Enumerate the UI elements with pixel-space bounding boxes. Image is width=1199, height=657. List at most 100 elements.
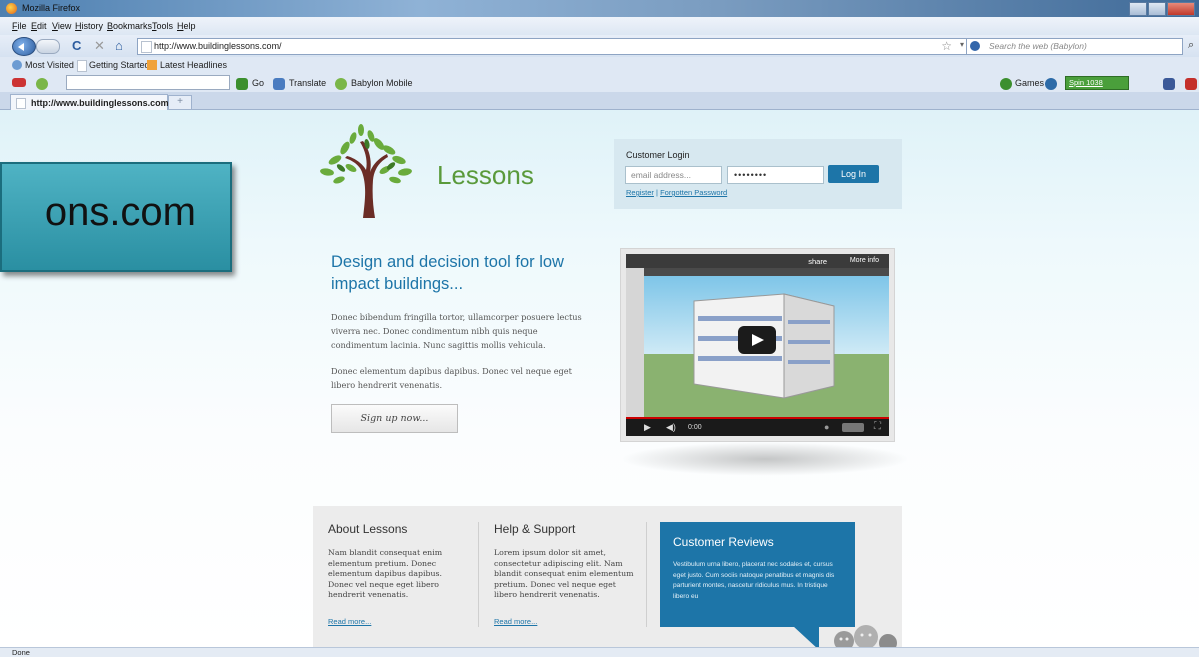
menu-tools[interactable]: Tools xyxy=(152,21,173,31)
babylon-logo-icon[interactable] xyxy=(36,78,48,90)
password-field[interactable]: •••••••• xyxy=(727,166,824,184)
about-text: Nam blandit consequat enim elementum pre… xyxy=(328,548,443,599)
video-controls: ▶ ◀) 0:00 ● ⛶ xyxy=(626,419,889,436)
video-frame: share More info ▶ ◀) 0:00 ● ⛶ xyxy=(626,254,889,436)
chevron-down-icon[interactable]: ▾ xyxy=(960,40,964,49)
url-overlay-banner: ons.com xyxy=(0,162,232,272)
search-go-icon[interactable]: ⌕ xyxy=(1188,39,1194,52)
minimize-button[interactable] xyxy=(1129,2,1147,16)
volume-icon[interactable]: ◀) xyxy=(666,422,676,433)
maximize-button[interactable] xyxy=(1148,2,1166,16)
firefox-icon xyxy=(6,3,17,14)
about-title: About Lessons xyxy=(328,522,408,536)
spin-label: Spin 1038 xyxy=(1069,78,1103,87)
back-button[interactable] xyxy=(12,37,36,56)
people-icon xyxy=(834,625,897,647)
login-title: Customer Login xyxy=(626,150,690,160)
translate-icon[interactable] xyxy=(273,78,285,90)
most-visited-icon xyxy=(12,60,22,70)
page-headline: Design and decision tool for low impact … xyxy=(331,253,564,293)
menu-view[interactable]: View xyxy=(52,21,71,31)
page-icon xyxy=(16,98,26,109)
intro-paragraph-2: Donec elementum dapibus dapibus. Donec v… xyxy=(331,366,572,390)
info-icon[interactable]: ● xyxy=(824,422,829,432)
bookmark-most-visited[interactable]: Most Visited xyxy=(25,60,74,70)
menu-help[interactable]: Help xyxy=(177,21,196,31)
menu-history[interactable]: History xyxy=(75,21,103,31)
globe-icon[interactable] xyxy=(1045,78,1057,90)
babylon-icon xyxy=(970,41,980,51)
sign-up-button[interactable]: Sign up now... xyxy=(331,404,458,433)
help-text: Lorem ipsum dolor sit amet, consectetur … xyxy=(494,548,634,599)
login-button[interactable]: Log In xyxy=(828,165,879,183)
email-placeholder: email address... xyxy=(631,170,691,180)
link-separator: | xyxy=(656,188,658,197)
reviews-title: Customer Reviews xyxy=(673,535,774,549)
spin-widget[interactable]: Spin 1038 xyxy=(1065,76,1129,90)
video-player[interactable]: share More info ▶ ◀) 0:00 ● ⛶ xyxy=(620,248,895,442)
tab-strip: http://www.buildinglessons.com/ + xyxy=(0,92,1199,110)
search-placeholder: Search the web (Babylon) xyxy=(989,41,1087,51)
facebook-icon[interactable] xyxy=(1163,78,1175,90)
page-icon xyxy=(77,60,87,72)
fullscreen-icon[interactable]: ⛶ xyxy=(874,421,881,432)
column-divider xyxy=(646,522,647,627)
go-button[interactable]: Go xyxy=(252,78,264,88)
bookmark-latest-headlines[interactable]: Latest Headlines xyxy=(160,60,227,70)
forward-button[interactable] xyxy=(36,39,60,54)
home-icon[interactable]: ⌂ xyxy=(115,39,123,52)
new-tab-button[interactable]: + xyxy=(168,95,192,110)
reload-icon[interactable]: C xyxy=(72,39,81,52)
youtube-icon[interactable] xyxy=(1185,78,1197,90)
column-divider xyxy=(478,522,479,627)
menu-edit[interactable]: Edit xyxy=(31,21,47,31)
page-icon xyxy=(141,41,152,53)
addon-toolbar: Go Translate Babylon Mobile Games Spin 1… xyxy=(0,73,1199,93)
games-button[interactable]: Games xyxy=(1015,78,1044,88)
rss-icon xyxy=(147,60,157,70)
sketchup-toolbar xyxy=(626,268,644,418)
stop-icon[interactable]: ✕ xyxy=(94,39,105,52)
customer-login-panel: Customer Login email address... ••••••••… xyxy=(614,139,902,209)
translate-button[interactable]: Translate xyxy=(289,78,326,88)
email-field[interactable]: email address... xyxy=(625,166,722,184)
flag-icon[interactable] xyxy=(12,78,26,87)
close-window-button[interactable] xyxy=(1167,2,1195,16)
games-icon[interactable] xyxy=(1000,78,1012,90)
go-arrow-icon[interactable] xyxy=(236,78,248,90)
toolbar-search-input[interactable] xyxy=(66,75,230,90)
youtube-logo-icon[interactable] xyxy=(842,423,864,432)
menu-bar: File Edit View History Bookmarks Tools H… xyxy=(0,17,1199,35)
tab-buildinglessons[interactable]: http://www.buildinglessons.com/ xyxy=(10,94,172,110)
brand-name: Lessons xyxy=(437,160,534,190)
register-link[interactable]: Register xyxy=(626,188,654,197)
babylon-mobile-button[interactable]: Babylon Mobile xyxy=(351,78,413,88)
bookmark-getting-started[interactable]: Getting Started xyxy=(89,60,150,70)
customer-reviews-box: Customer Reviews Vestibulum urna libero,… xyxy=(660,522,855,627)
babylon-mobile-icon[interactable] xyxy=(335,78,347,90)
menu-file[interactable]: File xyxy=(12,21,27,31)
video-topbar: share More info xyxy=(626,254,889,268)
login-links: Register | Forgotten Password xyxy=(626,188,727,197)
search-bar[interactable]: Search the web (Babylon) xyxy=(966,38,1183,55)
address-bar[interactable]: http://www.buildinglessons.com/ ☆ ▾ xyxy=(137,38,967,55)
play-button[interactable] xyxy=(738,326,776,354)
help-title: Help & Support xyxy=(494,522,576,536)
bookmark-star-icon[interactable]: ☆ xyxy=(941,39,952,53)
forgot-password-link[interactable]: Forgotten Password xyxy=(660,188,727,197)
video-time: 0:00 xyxy=(688,424,702,431)
play-icon[interactable]: ▶ xyxy=(644,422,651,433)
help-read-more-link[interactable]: Read more... xyxy=(494,617,537,626)
overlay-text: ons.com xyxy=(44,190,196,234)
video-more-info-button[interactable]: More info xyxy=(850,257,879,264)
tree-logo-icon xyxy=(320,124,412,218)
about-read-more-link[interactable]: Read more... xyxy=(328,617,371,626)
address-text: http://www.buildinglessons.com/ xyxy=(154,41,282,51)
navigation-toolbar: C ✕ ⌂ http://www.buildinglessons.com/ ☆ … xyxy=(0,35,1199,57)
menu-bookmarks[interactable]: Bookmarks xyxy=(107,21,152,31)
tab-title: http://www.buildinglessons.com/ xyxy=(31,98,172,108)
sketchup-menubar xyxy=(644,268,889,276)
window-title: Mozilla Firefox xyxy=(22,3,81,13)
video-share-button[interactable]: share xyxy=(808,257,827,266)
window-controls xyxy=(1128,2,1195,16)
